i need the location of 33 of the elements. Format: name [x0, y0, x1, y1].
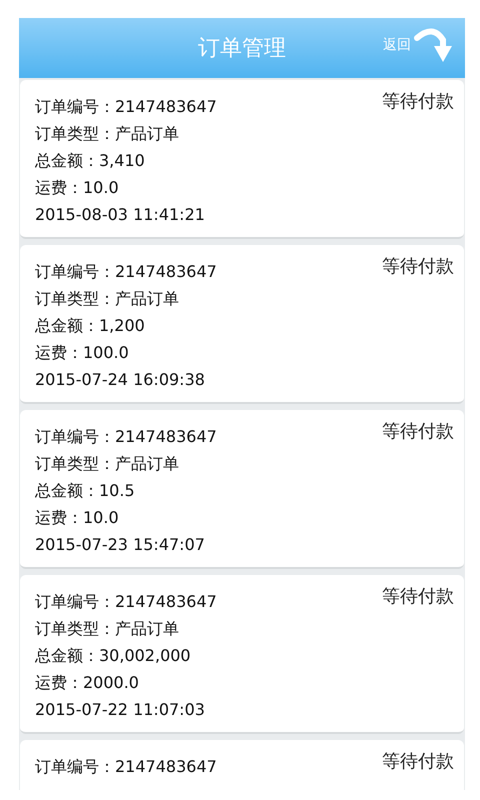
order-detail: 订单类型：产品订单: [35, 123, 180, 145]
order-detail: 2015-07-24 16:09:38: [35, 369, 206, 391]
order-status: 等待付款: [382, 586, 454, 609]
order-card[interactable]: 订单编号：2147483647 等待付款: [20, 740, 464, 790]
order-detail: 运费：100.0: [35, 342, 130, 364]
order-detail: 订单编号：2147483647: [35, 756, 217, 778]
order-status: 等待付款: [382, 91, 454, 114]
order-detail: 总金额：3,410: [35, 150, 146, 172]
order-detail: 运费：2000.0: [35, 672, 140, 694]
order-detail: 2015-08-03 11:41:21: [35, 204, 206, 226]
order-detail: 订单类型：产品订单: [35, 288, 180, 310]
order-card[interactable]: 订单编号：2147483647 订单类型：产品订单 总金额：30,002,000 运费：2000.0 2015-07-22 11:07:03 等待付款: [20, 575, 464, 734]
order-status: 等待付款: [382, 751, 454, 774]
order-card[interactable]: 订单编号：2147483647 订单类型：产品订单 总金额：3,410 运费：10.0 2015-08-03 11:41:21 等待付款: [20, 80, 464, 239]
order-detail: 订单类型：产品订单: [35, 453, 180, 475]
order-detail: 2015-07-23 15:47:07: [35, 534, 206, 556]
order-status: 等待付款: [382, 256, 454, 279]
order-detail: 订单编号：2147483647: [35, 96, 217, 118]
order-card[interactable]: 订单编号：2147483647 订单类型：产品订单 总金额：10.5 运费：10.0 2015-07-23 15:47:07 等待付款: [20, 410, 464, 569]
page-title: 订单管理: [198, 34, 286, 62]
order-detail: 订单编号：2147483647: [35, 591, 217, 613]
order-status: 等待付款: [382, 421, 454, 444]
order-detail: 总金额：1,200: [35, 315, 146, 337]
order-detail: 订单类型：产品订单: [35, 618, 180, 640]
curved-arrow-icon: [413, 26, 453, 64]
order-detail: 订单编号：2147483647: [35, 426, 217, 448]
order-detail: 订单编号：2147483647: [35, 261, 217, 283]
order-detail: 运费：10.0: [35, 507, 120, 529]
order-detail: 总金额：10.5: [35, 480, 136, 502]
order-card[interactable]: 订单编号：2147483647 订单类型：产品订单 总金额：1,200 运费：100.0 2015-07-24 16:09:38 等待付款: [20, 245, 464, 404]
order-detail: 总金额：30,002,000: [35, 645, 192, 667]
order-detail: 2015-07-22 11:07:03: [35, 699, 206, 721]
order-detail: 运费：10.0: [35, 177, 120, 199]
